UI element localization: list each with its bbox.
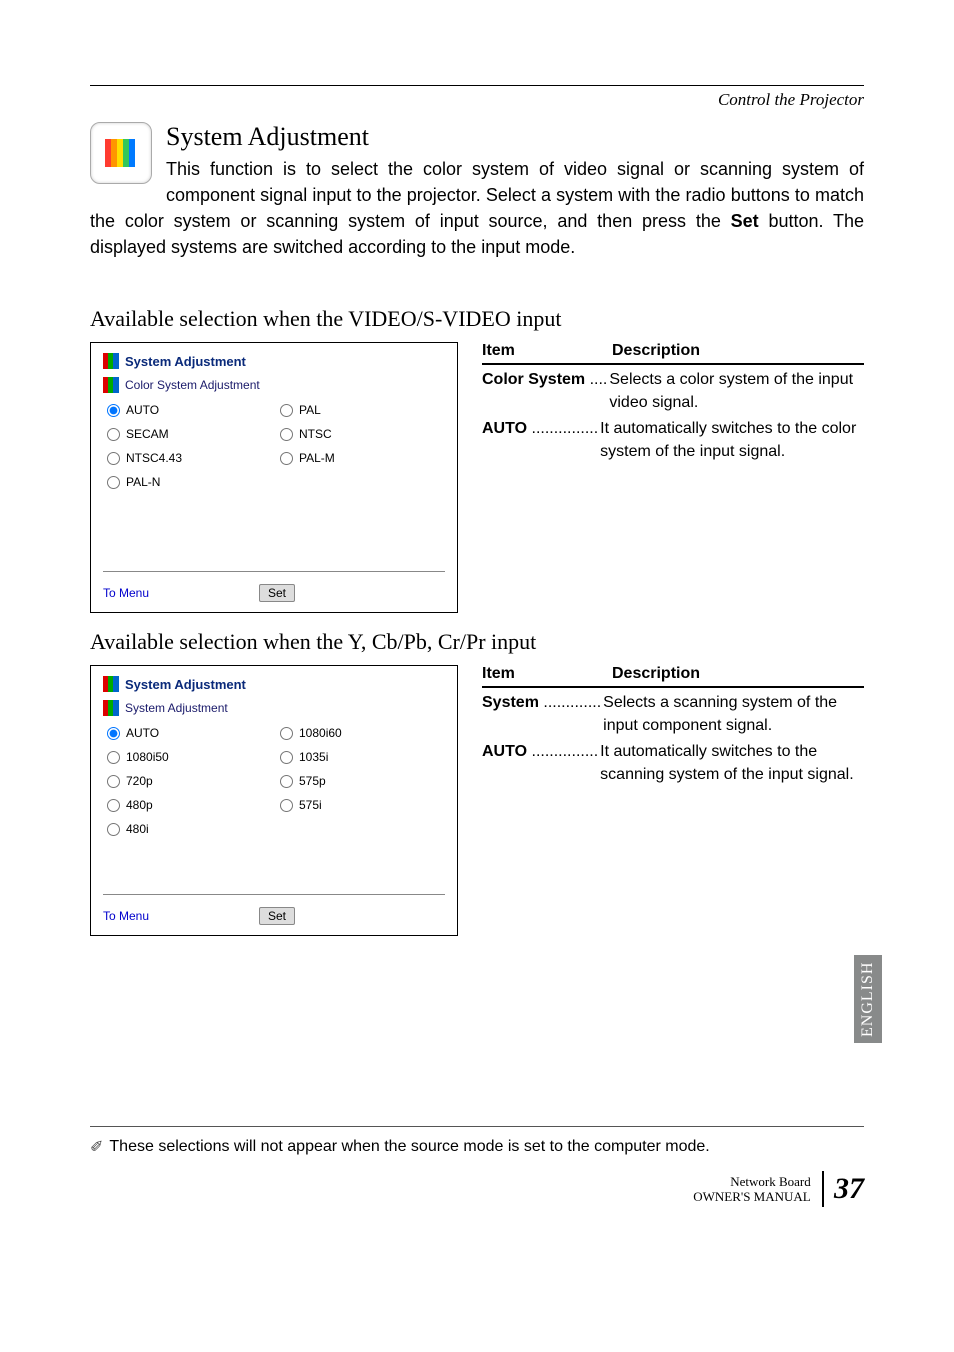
radio-label: NTSC4.43 [126,451,182,465]
header-rule [90,85,864,86]
radio-auto[interactable]: AUTO [107,726,272,740]
row-dots: .... [585,371,607,388]
radio-1035i[interactable]: 1035i [280,750,445,764]
panel-footer: To Menu Set [103,894,445,925]
table-row: AUTO ............... It automatically sw… [482,741,864,786]
panel-component: System Adjustment System Adjustment AUTO… [90,665,458,936]
panel-subtitle: Color System Adjustment [125,378,260,392]
radio-label: PAL [299,403,321,417]
desc-table-video: Item Description Color System .... Selec… [482,342,864,463]
radio-label: 1080i50 [126,750,169,764]
th-desc: Description [612,342,864,360]
radio-label: SECAM [126,427,169,441]
footer-line2: OWNER'S MANUAL [693,1189,811,1204]
row-text: Selects a scanning system of the input c… [601,692,864,737]
radio-575p[interactable]: 575p [280,774,445,788]
radio-480i[interactable]: 480i [107,822,272,836]
radio-label: PAL-M [299,451,335,465]
radio-label: AUTO [126,726,159,740]
radio-575i[interactable]: 575i [280,798,445,812]
radio-pal[interactable]: PAL [280,403,445,417]
section-intro: System Adjustment This function is to se… [90,122,864,290]
row-term: AUTO [482,420,527,437]
panel-title: System Adjustment [125,354,246,369]
rgb-icon-small [103,377,119,393]
panel-subtitle-row: System Adjustment [103,700,445,716]
radio-group-component: AUTO 1080i60 1080i50 1035i 720p 575p 480… [103,726,445,876]
radio-palm[interactable]: PAL-M [280,451,445,465]
to-menu-link[interactable]: To Menu [103,909,149,923]
pencil-icon: ✐ [90,1137,103,1157]
radio-label: NTSC [299,427,332,441]
rgb-icon [103,676,119,692]
row-dots: ............. [539,694,601,711]
th-item: Item [482,342,602,360]
radio-label: 720p [126,774,153,788]
radio-label: 480i [126,822,149,836]
radio-label: AUTO [126,403,159,417]
subheading-component: Available selection when the Y, Cb/Pb, C… [90,629,864,655]
section-paragraph: This function is to select the color sys… [90,156,864,260]
footer-line1: Network Board [730,1174,811,1189]
radio-secam[interactable]: SECAM [107,427,272,441]
to-menu-link[interactable]: To Menu [103,586,149,600]
set-button[interactable]: Set [259,584,295,602]
radio-720p[interactable]: 720p [107,774,272,788]
table-row: System ............. Selects a scanning … [482,692,864,737]
radio-ntsc[interactable]: NTSC [280,427,445,441]
radio-label: 480p [126,798,153,812]
panel-footer: To Menu Set [103,571,445,602]
page-footer: Network Board OWNER'S MANUAL 37 [90,1171,864,1207]
radio-ntsc443[interactable]: NTSC4.43 [107,451,272,465]
radio-group-video: AUTO PAL SECAM NTSC NTSC4.43 PAL-M PAL-N [103,403,445,553]
row-dots: ............... [527,420,598,437]
radio-paln[interactable]: PAL-N [107,475,272,489]
footnote: ✐ These selections will not appear when … [90,1137,864,1157]
radio-label: 1035i [299,750,328,764]
th-desc: Description [612,665,864,683]
panel-subtitle-row: Color System Adjustment [103,377,445,393]
rgb-icon-small [103,700,119,716]
radio-label: 1080i60 [299,726,342,740]
radio-label: PAL-N [126,475,160,489]
row-text: It automatically switches to the color s… [598,418,864,463]
panel-video: System Adjustment Color System Adjustmen… [90,342,458,613]
radio-1080i50[interactable]: 1080i50 [107,750,272,764]
table-row: Color System .... Selects a color system… [482,369,864,414]
panel-title-row: System Adjustment [103,676,445,692]
row-term: System [482,694,539,711]
desc-table-component: Item Description System ............. Se… [482,665,864,786]
th-item: Item [482,665,602,683]
radio-1080i60[interactable]: 1080i60 [280,726,445,740]
footnote-rule [90,1126,864,1127]
table-row: AUTO ............... It automatically sw… [482,418,864,463]
row-dots: ............... [527,743,598,760]
set-button[interactable]: Set [259,907,295,925]
panel-subtitle: System Adjustment [125,701,228,715]
panel-title-row: System Adjustment [103,353,445,369]
rgb-icon [103,353,119,369]
breadcrumb: Control the Projector [90,90,864,110]
radio-label: 575p [299,774,326,788]
color-bars-icon [90,122,152,184]
footnote-text: These selections will not appear when th… [109,1138,709,1156]
row-text: Selects a color system of the input vide… [607,369,864,414]
row-text: It automatically switches to the scannin… [598,741,864,786]
language-tab: ENGLISH [854,955,882,1043]
subheading-video: Available selection when the VIDEO/S-VID… [90,306,864,332]
row-term: Color System [482,371,585,388]
section-title: System Adjustment [90,122,864,152]
panel-title: System Adjustment [125,677,246,692]
radio-label: 575i [299,798,322,812]
radio-auto[interactable]: AUTO [107,403,272,417]
set-word: Set [731,211,759,231]
page-number: 37 [822,1171,864,1207]
row-term: AUTO [482,743,527,760]
radio-480p[interactable]: 480p [107,798,272,812]
